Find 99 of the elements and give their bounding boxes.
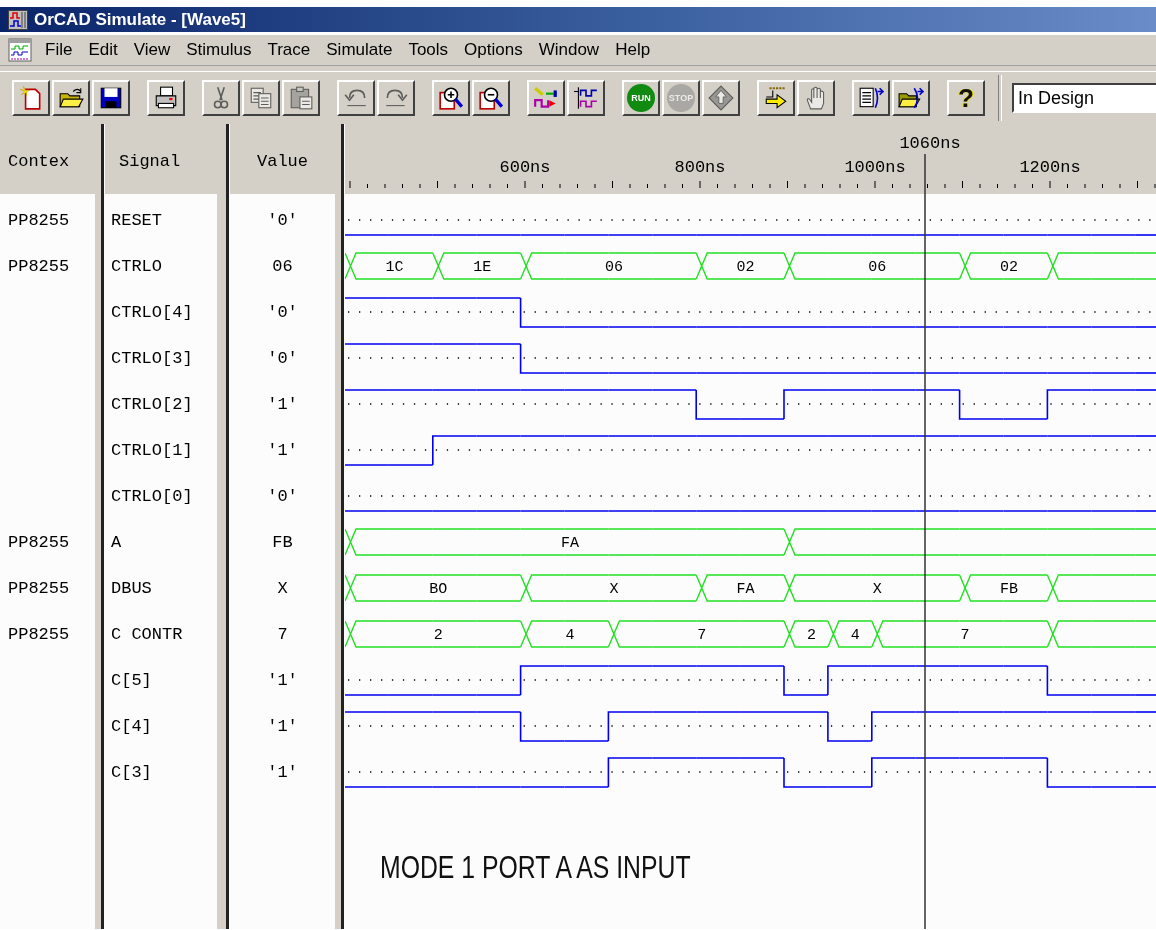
menu-item[interactable]: Stimulus xyxy=(179,38,259,62)
column-divider[interactable] xyxy=(95,124,105,929)
signal-value: '0' xyxy=(267,486,298,506)
signal-value: '0' xyxy=(267,210,298,230)
bus-value-label: 2 xyxy=(433,627,443,644)
menu-item[interactable]: Trace xyxy=(260,38,318,62)
signal-name[interactable]: DBUS xyxy=(111,578,152,598)
column-divider[interactable] xyxy=(217,124,230,929)
waveform-view-icon xyxy=(573,85,599,111)
context-cell: PP8255 xyxy=(8,624,70,644)
context-cell: PP8255 xyxy=(8,578,70,598)
signal-value: X xyxy=(277,578,288,598)
signal-value: '0' xyxy=(267,348,298,368)
bus-value-label: 2 xyxy=(806,627,816,644)
menu-item[interactable]: File xyxy=(38,38,80,62)
signal-name[interactable]: CTRLO[4] xyxy=(111,302,193,322)
time-label: 600ns xyxy=(499,158,551,177)
column-header[interactable]: Contex xyxy=(8,151,70,171)
signal-value: '0' xyxy=(267,302,298,322)
export-button[interactable] xyxy=(852,80,890,116)
signal-name[interactable]: CTRLO[2] xyxy=(111,394,193,414)
signal-name[interactable]: C[5] xyxy=(111,670,152,690)
signal-value: '1' xyxy=(267,440,298,460)
run-button[interactable]: RUN xyxy=(622,80,660,116)
step-arrow-icon xyxy=(763,85,789,111)
zoom-out-icon xyxy=(478,85,504,111)
add-trace-button[interactable] xyxy=(527,80,565,116)
save-button[interactable] xyxy=(92,80,130,116)
help-button[interactable]: ? xyxy=(947,80,985,116)
bus-value-label: FA xyxy=(736,581,755,598)
add-trace-icon xyxy=(533,85,559,111)
signal-value: '1' xyxy=(267,716,298,736)
zoom-in-button[interactable] xyxy=(432,80,470,116)
signal-name[interactable]: C[3] xyxy=(111,762,152,782)
step-button[interactable] xyxy=(757,80,795,116)
bus-value-label: FB xyxy=(1000,581,1018,598)
mode-dropdown[interactable]: In Design xyxy=(1012,83,1156,113)
bus-value-label: X xyxy=(872,581,882,598)
bus-value-label: 7 xyxy=(960,627,970,644)
bus-value-label: 7 xyxy=(697,627,707,644)
bus-value-label: 4 xyxy=(565,627,575,644)
context-cell: PP8255 xyxy=(8,256,70,276)
export-folder-button[interactable] xyxy=(892,80,930,116)
menu-item[interactable]: Options xyxy=(457,38,530,62)
signal-value: '1' xyxy=(267,670,298,690)
clipboard-icon xyxy=(288,85,314,111)
bus-value-label: 06 xyxy=(604,259,623,276)
app-icon xyxy=(8,9,28,30)
time-label: 800ns xyxy=(674,158,726,177)
document-export-icon xyxy=(858,85,884,111)
menu-item[interactable]: Simulate xyxy=(319,38,400,62)
column-header[interactable]: Signal xyxy=(119,151,181,171)
zoom-in-icon xyxy=(438,85,464,111)
signal-name[interactable]: A xyxy=(111,532,122,552)
waveform-view-button[interactable] xyxy=(567,80,605,116)
bus-value-label: 06 xyxy=(868,259,887,276)
bus-value-label: BO xyxy=(429,581,448,598)
context-cell: PP8255 xyxy=(8,532,70,552)
column-divider[interactable] xyxy=(335,124,345,929)
signal-value: '1' xyxy=(267,394,298,414)
folder-export-icon xyxy=(898,85,924,111)
printer-icon xyxy=(153,85,179,111)
menu-item[interactable]: Edit xyxy=(81,38,125,62)
bus-value-label: 1C xyxy=(385,259,404,276)
signal-name[interactable]: RESET xyxy=(111,210,162,230)
column-header[interactable]: Value xyxy=(257,151,308,171)
bus-value-label: 02 xyxy=(1000,259,1018,276)
signal-value: FB xyxy=(272,532,293,552)
bus-value-label: 02 xyxy=(736,259,755,276)
print-button[interactable] xyxy=(147,80,185,116)
time-label: 1000ns xyxy=(844,158,906,177)
signal-name[interactable]: CTRLO xyxy=(111,256,162,276)
menu-item[interactable]: View xyxy=(126,38,178,62)
signal-value: 7 xyxy=(277,624,288,644)
signal-name[interactable]: CTRLO[1] xyxy=(111,440,193,460)
signal-name[interactable]: C[4] xyxy=(111,716,152,736)
copy-icon xyxy=(248,85,274,111)
waveform-document-icon[interactable] xyxy=(8,38,32,62)
zoom-out-button[interactable] xyxy=(472,80,510,116)
signal-name[interactable]: C CONTR xyxy=(111,624,183,644)
signal-name[interactable]: CTRLO[0] xyxy=(111,486,193,506)
context-cell: PP8255 xyxy=(8,210,70,230)
bus-value-label: 4 xyxy=(850,627,860,644)
time-label: 1200ns xyxy=(1019,158,1081,177)
annotation-text: MODE 1 PORT A AS INPUT xyxy=(380,850,691,886)
bus-value-label: FA xyxy=(561,535,579,552)
menu-item[interactable]: Window xyxy=(531,38,607,62)
menu-item[interactable]: Tools xyxy=(401,38,456,62)
signal-value: '1' xyxy=(267,762,298,782)
bus-value-label: X xyxy=(609,581,619,598)
bus-value-label: 1E xyxy=(473,259,492,276)
new-file-button[interactable] xyxy=(12,80,50,116)
window-title: OrCAD Simulate - [Wave5] xyxy=(34,9,246,30)
cursor-time-label: 1060ns xyxy=(899,134,961,153)
up-arrow-diamond-icon xyxy=(708,85,734,111)
signal-name[interactable]: CTRLO[3] xyxy=(111,348,193,368)
signal-value: 06 xyxy=(272,256,293,276)
open-button[interactable] xyxy=(52,80,90,116)
menu-item[interactable]: Help xyxy=(608,38,658,62)
